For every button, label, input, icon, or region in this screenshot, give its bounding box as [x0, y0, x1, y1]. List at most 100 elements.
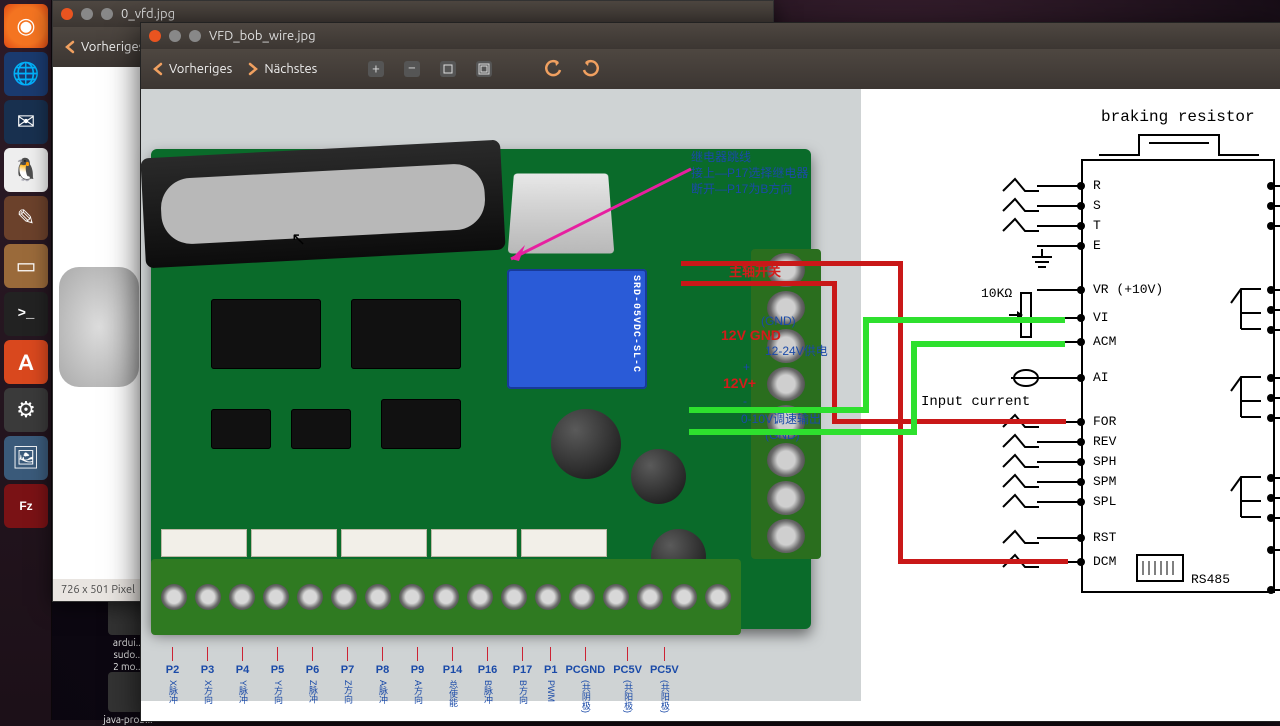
arrow-jumper: [491, 149, 701, 269]
close-icon[interactable]: [61, 8, 73, 20]
db25-connector: [140, 140, 505, 269]
terminal-label: VR (+10V): [1093, 283, 1163, 296]
editor-icon[interactable]: ✎: [4, 196, 48, 240]
terminal-label: E: [1093, 239, 1101, 252]
pin-header: [251, 529, 337, 557]
next-button[interactable]: Nächstes: [246, 62, 317, 76]
zoom-100-icon[interactable]: [473, 58, 495, 80]
titlebar-vfd[interactable]: VFD_bob_wire.jpg: [141, 23, 1280, 49]
pin-label: P6Z脉冲: [299, 647, 326, 713]
maximize-icon[interactable]: [189, 30, 201, 42]
terminal-label: DCM: [1093, 555, 1116, 568]
terminal-label: SPL: [1093, 495, 1116, 508]
minimize-icon[interactable]: [169, 30, 181, 42]
window-title: VFD_bob_wire.jpg: [209, 29, 316, 43]
mouse-cursor: ↖: [291, 229, 306, 250]
prev-button[interactable]: Vorheriges: [151, 62, 232, 76]
ic-chip: [211, 409, 271, 449]
wire-red: [681, 281, 837, 286]
thunderbird-icon[interactable]: ✉: [4, 100, 48, 144]
pin-label: P3X方向: [194, 647, 221, 713]
software-center-icon[interactable]: A: [4, 340, 48, 384]
label-pot: 10KΩ: [981, 287, 1012, 300]
window-title: 0_vfd.jpg: [121, 7, 175, 21]
pin-header: [161, 529, 247, 557]
toolbar-vfd: Vorheriges Nächstes + −: [141, 49, 1280, 90]
pin-label: PC5V(共阳极): [613, 647, 642, 713]
files-icon[interactable]: ▭: [4, 244, 48, 288]
label-plus: +: [743, 359, 750, 375]
capacitor: [631, 449, 686, 504]
firefox-icon[interactable]: 🌐: [4, 52, 48, 96]
image-viewer-icon[interactable]: 🖼: [4, 436, 48, 480]
rotate-left-icon[interactable]: [543, 58, 565, 80]
terminal-label: SPH: [1093, 455, 1116, 468]
filezilla-icon[interactable]: Fz: [4, 484, 48, 528]
pin-label: P8A脉冲: [369, 647, 396, 713]
image-dimensions: 726 x 501 Pixel: [61, 584, 135, 596]
tux-icon[interactable]: 🐧: [4, 148, 48, 192]
terminal-label: RST: [1093, 531, 1116, 544]
wire-red: [832, 281, 837, 423]
pin-label: P17B方向: [509, 647, 536, 713]
bob-photo: SRD-05VDC-SL-C: [141, 89, 861, 701]
label-12v-plus: 12V+: [723, 375, 756, 391]
pin-label: P9A方向: [404, 647, 431, 713]
capacitor: [551, 409, 621, 479]
vfd-schematic: braking resistor P N RSTEVR (+10V)VIACMA…: [861, 89, 1280, 701]
schematic-title: braking resistor: [1101, 109, 1255, 125]
pin-label: P7Z方向: [334, 647, 361, 713]
wire-green: [911, 341, 1065, 347]
label-rs485: RS485: [1191, 573, 1230, 586]
wire-red: [898, 559, 1068, 564]
terminal-block-right: [751, 249, 821, 559]
pin-label: P14总使能: [439, 647, 466, 713]
pin-label: P1PWM: [544, 647, 557, 713]
ic-chip: [211, 299, 321, 369]
jumper-note: 继电器跳线 接上—P17选择继电器 断开—P17为B方向: [691, 149, 808, 197]
label-main-switch: 主轴开关: [729, 264, 781, 280]
relay-label: SRD-05VDC-SL-C: [513, 275, 641, 373]
pin-label: P5Y方向: [264, 647, 291, 713]
prev-button[interactable]: Vorheriges: [63, 40, 144, 54]
pin-labels: P2X脉冲 P3X方向 P4Y脉冲 P5Y方向 P6Z脉冲 P7Z方向 P8A脉冲 P9A方向…: [159, 647, 679, 713]
terminal-label: SPM: [1093, 475, 1116, 488]
pin-label: P16B脉冲: [474, 647, 501, 713]
pin-header: [521, 529, 607, 557]
window-vfd-bob-wire: VFD_bob_wire.jpg Vorheriges Nächstes + −…: [140, 22, 1280, 722]
terminal-icon[interactable]: >_: [4, 292, 48, 336]
terminal-label: REV: [1093, 435, 1116, 448]
minimize-icon[interactable]: [81, 8, 93, 20]
unity-launcher: ◉ 🌐 ✉ 🐧 ✎ ▭ >_ A ⚙ 🖼 Fz: [0, 0, 52, 720]
svg-text:+: +: [372, 60, 380, 76]
ic-chip: [351, 299, 461, 369]
pin-header: [431, 529, 517, 557]
pin-label: P4Y脉冲: [229, 647, 256, 713]
close-icon[interactable]: [149, 30, 161, 42]
label-12v-gnd: 12V GND: [721, 327, 781, 343]
pin-label: P2X脉冲: [159, 647, 186, 713]
wire-green: [911, 341, 917, 435]
svg-text:−: −: [408, 59, 416, 75]
wire-red: [898, 261, 903, 563]
maximize-icon[interactable]: [101, 8, 113, 20]
settings-icon[interactable]: ⚙: [4, 388, 48, 432]
label-12-24v: 12-24V供电: [765, 343, 828, 359]
terminal-label: R: [1093, 179, 1101, 192]
pin-label: PCGND(共阴极): [565, 647, 605, 713]
pcb: SRD-05VDC-SL-C: [151, 149, 811, 629]
wire-red: [832, 419, 1066, 424]
pin-label: PC5V(共阳极): [650, 647, 679, 713]
wire-green: [689, 429, 917, 435]
image-canvas-vfd[interactable]: SRD-05VDC-SL-C: [141, 89, 1280, 699]
dash-icon[interactable]: ◉: [4, 4, 48, 48]
zoom-out-icon[interactable]: −: [401, 58, 423, 80]
rj45-icon: [1131, 549, 1191, 589]
zoom-fit-icon[interactable]: [437, 58, 459, 80]
label-input-current: Input current: [921, 395, 1030, 409]
terminal-label: FOR: [1093, 415, 1116, 428]
rotate-right-icon[interactable]: [579, 58, 601, 80]
zoom-in-icon[interactable]: +: [365, 58, 387, 80]
wire-green: [863, 317, 869, 413]
wire-red: [681, 261, 903, 266]
